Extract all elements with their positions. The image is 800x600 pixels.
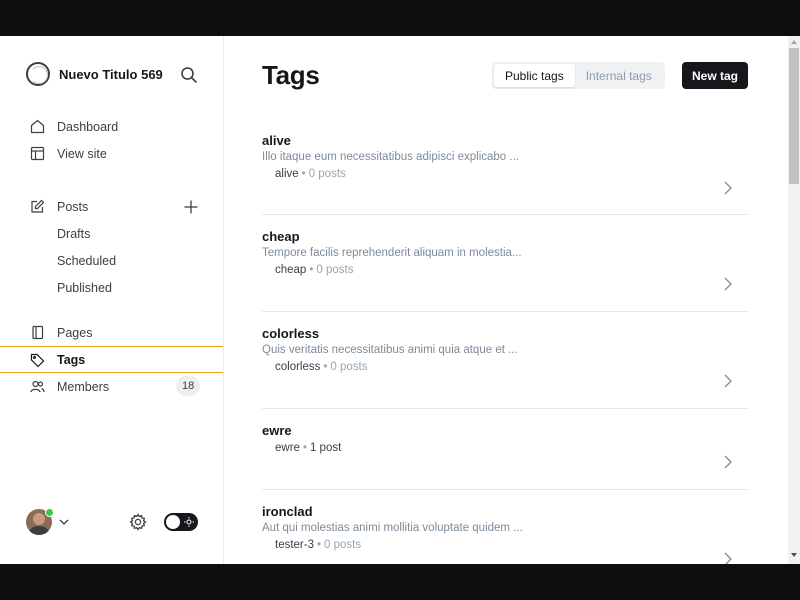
sidebar-item-view-site[interactable]: View site (0, 140, 223, 167)
tag-row[interactable]: colorless Quis veritatis necessitatibus … (262, 312, 748, 409)
tag-name: alive (262, 133, 291, 148)
tag-slug: ewre (275, 442, 300, 454)
online-status-icon (45, 508, 54, 517)
tag-name: cheap (262, 229, 300, 244)
vertical-scrollbar[interactable] (788, 36, 800, 564)
bottom-black-bar (0, 564, 800, 600)
meta-separator: • (302, 442, 307, 454)
app-window: Nuevo Titulo 569 Dashboard View site Pos… (0, 36, 800, 564)
scroll-up-arrow-icon[interactable] (791, 40, 797, 44)
tag-post-count: 1 post (309, 442, 342, 454)
sidebar-item-members[interactable]: Members 18 (0, 373, 223, 400)
tag-meta: cheap • 0 posts (275, 264, 353, 276)
tag-list: alive Illo itaque eum necessitatibus adi… (262, 126, 748, 564)
meta-separator: • (317, 539, 322, 551)
tag-meta: colorless • 0 posts (275, 361, 368, 373)
brand[interactable]: Nuevo Titulo 569 (26, 62, 163, 86)
tag-description: Illo itaque eum necessitatibus adipisci … (262, 151, 519, 163)
tag-row[interactable]: ewre ewre • 1 post (262, 409, 748, 490)
sidebar-item-label: Scheduled (57, 253, 117, 268)
meta-separator: • (301, 168, 306, 180)
tag-description: Tempore facilis reprehenderit aliquam in… (262, 247, 522, 259)
members-icon (30, 380, 45, 393)
sidebar: Nuevo Titulo 569 Dashboard View site Pos… (0, 36, 224, 564)
sidebar-item-label: Drafts (57, 226, 91, 241)
scroll-down-arrow-icon[interactable] (791, 553, 797, 557)
tag-meta: ewre • 1 post (275, 442, 341, 454)
sun-icon (184, 517, 194, 527)
pages-icon (32, 325, 44, 340)
sidebar-item-label: Dashboard (57, 119, 119, 134)
sidebar-item-posts[interactable]: Posts (0, 193, 223, 220)
add-post-icon[interactable] (183, 199, 199, 215)
new-tag-button[interactable]: New tag (682, 62, 748, 89)
sidebar-item-label: Published (57, 280, 112, 295)
sidebar-item-label: Pages (57, 325, 93, 340)
tag-meta: tester-3 • 0 posts (275, 539, 361, 551)
main-content: Tags Public tags Internal tags New tag a… (224, 36, 788, 564)
tag-row[interactable]: cheap Tempore facilis reprehenderit aliq… (262, 215, 748, 312)
tag-meta: alive • 0 posts (275, 168, 346, 180)
layout-icon (30, 146, 45, 161)
edit-icon (31, 199, 45, 213)
chevron-right-icon (724, 277, 732, 291)
tag-row[interactable]: ironclad Aut qui molestias animi molliti… (262, 490, 748, 564)
tag-icon (30, 353, 45, 368)
tag-name: colorless (262, 326, 320, 341)
sidebar-item-published[interactable]: Published (0, 274, 223, 301)
sidebar-item-dashboard[interactable]: Dashboard (0, 113, 223, 140)
sidebar-footer (0, 506, 223, 538)
tag-description: Quis veritatis necessitatibus animi quia… (262, 344, 518, 356)
site-title: Nuevo Titulo 569 (59, 66, 163, 82)
scrollbar-thumb[interactable] (789, 48, 799, 184)
tag-slug: alive (275, 168, 299, 180)
members-count-badge: 18 (176, 376, 201, 396)
chevron-right-icon (724, 455, 732, 469)
sidebar-item-pages[interactable]: Pages (0, 319, 223, 346)
chevron-right-icon (724, 552, 732, 564)
chevron-right-icon (724, 374, 732, 388)
tag-name: ironclad (262, 504, 313, 519)
gear-icon[interactable] (129, 513, 147, 531)
home-icon (30, 119, 45, 134)
sidebar-item-label: Posts (57, 199, 89, 214)
sidebar-item-label: Members (57, 379, 110, 394)
sidebar-item-label: View site (57, 146, 107, 161)
sidebar-item-tags[interactable]: Tags (0, 346, 223, 373)
sidebar-item-scheduled[interactable]: Scheduled (0, 247, 223, 274)
chevron-down-icon[interactable] (58, 516, 70, 528)
site-logo-icon (26, 62, 50, 86)
tag-post-count: 0 posts (316, 264, 354, 276)
meta-separator: • (309, 264, 314, 276)
tag-slug: cheap (275, 264, 307, 276)
tag-row[interactable]: alive Illo itaque eum necessitatibus adi… (262, 126, 748, 215)
toggle-knob (166, 515, 180, 529)
tag-description: Aut qui molestias animi mollitia volupta… (262, 522, 523, 534)
chevron-right-icon (724, 181, 732, 195)
tag-slug: colorless (275, 361, 321, 373)
page-title: Tags (262, 60, 320, 90)
top-black-bar (0, 0, 800, 36)
tag-type-switch: Public tags Internal tags (492, 62, 665, 89)
tag-post-count: 0 posts (330, 361, 368, 373)
tag-slug: tester-3 (275, 539, 314, 551)
tab-public-tags[interactable]: Public tags (494, 64, 575, 87)
tag-post-count: 0 posts (308, 168, 346, 180)
theme-toggle[interactable] (164, 513, 198, 531)
tag-post-count: 0 posts (324, 539, 362, 551)
sidebar-item-label: Tags (57, 352, 86, 367)
meta-separator: • (323, 361, 328, 373)
tab-internal-tags[interactable]: Internal tags (575, 64, 663, 87)
search-icon[interactable] (180, 66, 198, 84)
tag-name: ewre (262, 423, 292, 438)
sidebar-item-drafts[interactable]: Drafts (0, 220, 223, 247)
